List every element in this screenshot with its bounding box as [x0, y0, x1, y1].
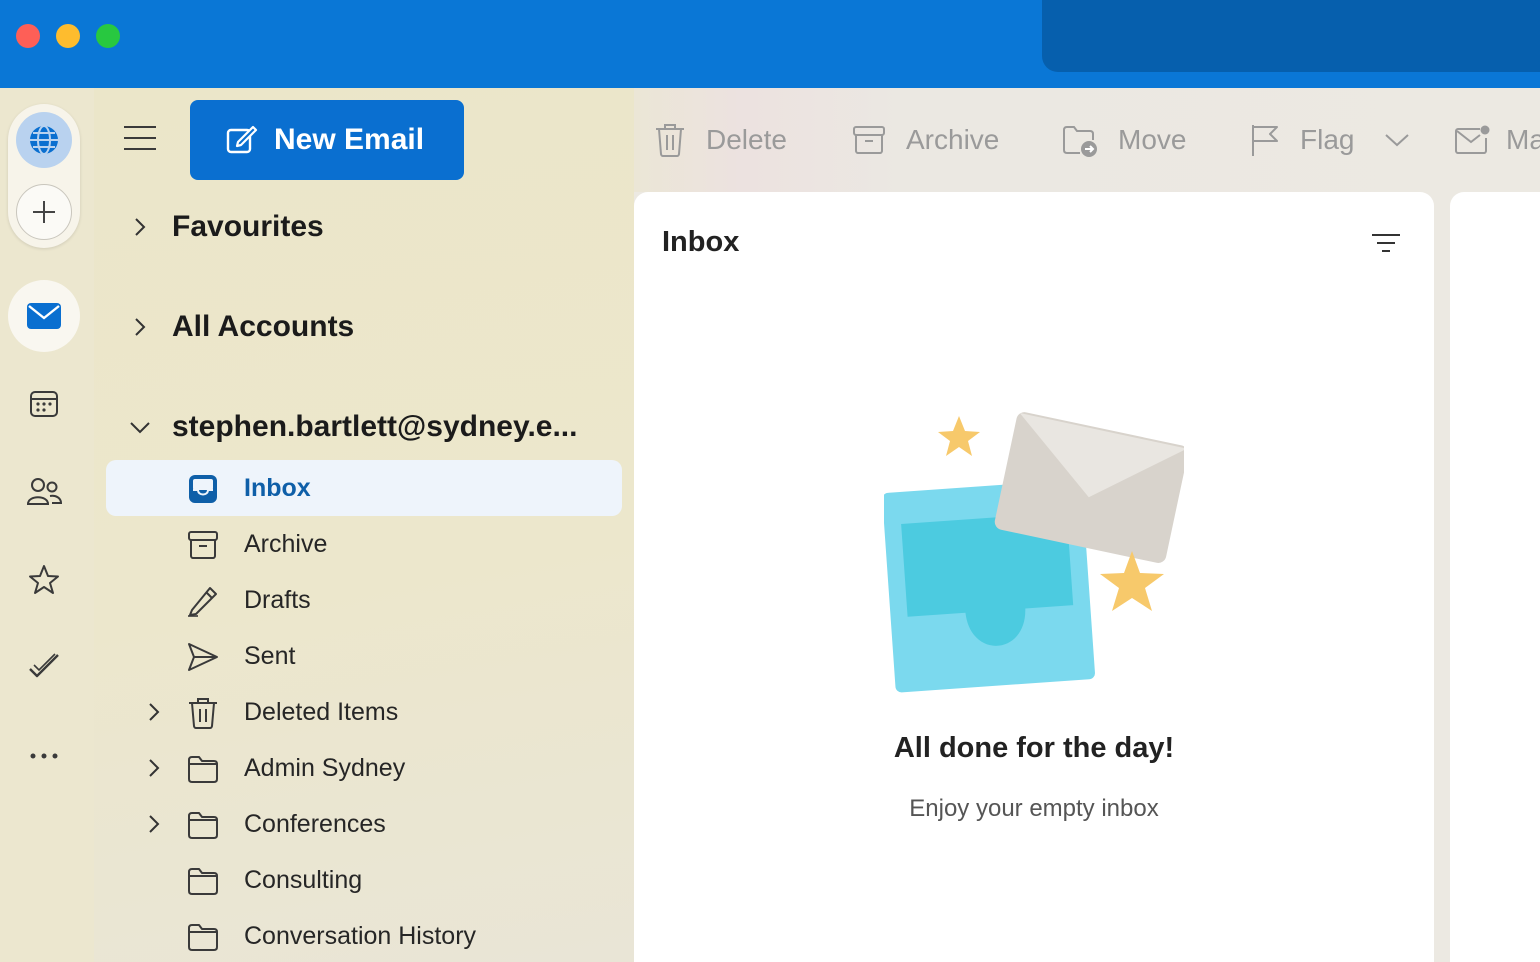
- chevron-down-icon: [130, 422, 150, 434]
- more-apps-button[interactable]: [22, 734, 66, 778]
- chevron-right-icon[interactable]: [142, 700, 166, 724]
- mail-unread-icon: [1455, 125, 1490, 154]
- globe-account-button[interactable]: [16, 112, 72, 168]
- folder-admin-sydney[interactable]: Admin Sydney: [106, 740, 622, 796]
- plus-icon: [33, 201, 55, 223]
- flag-button[interactable]: Flag: [1250, 118, 1354, 162]
- folder-icon: [188, 868, 218, 895]
- account-section[interactable]: stephen.bartlett@sydney.e...: [94, 399, 634, 455]
- folder-label: Admin Sydney: [244, 754, 406, 782]
- app-rail: [0, 88, 94, 962]
- archive-icon: [188, 531, 218, 559]
- chevron-right-icon: [135, 218, 146, 236]
- new-email-label: New Email: [274, 123, 425, 156]
- folder-label: Conversation History: [244, 922, 477, 950]
- flag-icon: [1252, 125, 1278, 156]
- trash-icon: [656, 124, 684, 157]
- folder-drafts[interactable]: Drafts: [106, 572, 622, 628]
- empty-inbox-illustration: [884, 412, 1184, 693]
- add-account-button[interactable]: [16, 184, 72, 240]
- message-list: Inbox All done for the day! Enjoy your e…: [634, 192, 1434, 962]
- move-button[interactable]: Move: [1062, 118, 1186, 162]
- favourites-app-button[interactable]: [22, 558, 66, 602]
- zoom-window-button[interactable]: [96, 24, 120, 48]
- title-bar: [0, 0, 1540, 88]
- command-bar: Delete Archive Move Flag Ma: [634, 88, 1540, 192]
- folder-icon: [188, 756, 218, 783]
- more-icon: [30, 753, 58, 759]
- folder-label: Inbox: [244, 474, 311, 502]
- flag-options-button[interactable]: [1384, 118, 1410, 162]
- calendar-app-button[interactable]: [22, 382, 66, 426]
- filter-icon[interactable]: [1370, 230, 1402, 256]
- globe-icon: [30, 125, 58, 155]
- all-accounts-section[interactable]: All Accounts: [94, 299, 634, 355]
- folder-inbox[interactable]: Inbox: [106, 460, 622, 516]
- folder-icon: [188, 924, 218, 951]
- new-email-button[interactable]: New Email: [190, 100, 464, 180]
- folder-pane: New Email Favourites All Accounts stephe…: [94, 88, 634, 962]
- mail-icon: [27, 303, 61, 329]
- favourites-section[interactable]: Favourites: [94, 199, 634, 255]
- archive-icon: [853, 126, 885, 154]
- archive-button[interactable]: Archive: [852, 118, 999, 162]
- trash-icon: [189, 698, 217, 729]
- send-icon: [188, 643, 218, 671]
- search-box[interactable]: [1042, 0, 1540, 72]
- pencil-icon: [188, 587, 217, 617]
- reading-pane: [1450, 192, 1540, 962]
- folder-icon: [188, 812, 218, 839]
- calendar-icon: [30, 391, 58, 417]
- message-list-title: Inbox: [662, 226, 740, 258]
- people-icon: [26, 478, 62, 505]
- favourites-label: Favourites: [172, 210, 324, 243]
- hamburger-menu-button[interactable]: [124, 124, 160, 152]
- folder-sent[interactable]: Sent: [106, 628, 622, 684]
- folder-conversation-history[interactable]: Conversation History: [106, 908, 622, 962]
- checkmark-icon: [29, 653, 59, 678]
- empty-state-subtitle: Enjoy your empty inbox: [909, 795, 1159, 822]
- chevron-right-icon[interactable]: [142, 812, 166, 836]
- mail-app-button[interactable]: [8, 280, 80, 352]
- all-accounts-label: All Accounts: [172, 310, 355, 343]
- folder-conferences[interactable]: Conferences: [106, 796, 622, 852]
- chevron-right-icon: [135, 318, 146, 336]
- delete-button[interactable]: Delete: [654, 118, 787, 162]
- inbox-icon: [189, 475, 217, 503]
- move-folder-icon: [1063, 126, 1097, 157]
- folder-archive[interactable]: Archive: [106, 516, 622, 572]
- mark-label: Ma: [1506, 124, 1540, 155]
- folder-label: Conferences: [244, 810, 386, 838]
- empty-state-title: All done for the day!: [893, 732, 1175, 764]
- compose-icon: [226, 125, 258, 154]
- mark-read-button[interactable]: Ma: [1454, 118, 1540, 162]
- minimize-window-button[interactable]: [56, 24, 80, 48]
- folder-label: Sent: [244, 642, 296, 670]
- folder-label: Archive: [244, 530, 328, 558]
- flag-label: Flag: [1300, 124, 1355, 155]
- account-label: stephen.bartlett@sydney.e...: [172, 410, 578, 443]
- archive-label: Archive: [906, 124, 1000, 155]
- chevron-down-icon: [1385, 134, 1409, 147]
- chevron-right-icon[interactable]: [142, 756, 166, 780]
- folder-label: Consulting: [244, 866, 363, 894]
- move-label: Move: [1118, 124, 1187, 155]
- people-app-button[interactable]: [22, 470, 66, 514]
- star-icon: [29, 565, 59, 594]
- close-window-button[interactable]: [16, 24, 40, 48]
- folder-consulting[interactable]: Consulting: [106, 852, 622, 908]
- folder-label: Drafts: [244, 586, 311, 614]
- folder-label: Deleted Items: [244, 698, 399, 726]
- folder-deleted-items[interactable]: Deleted Items: [106, 684, 622, 740]
- delete-label: Delete: [706, 124, 787, 155]
- todo-app-button[interactable]: [22, 644, 66, 688]
